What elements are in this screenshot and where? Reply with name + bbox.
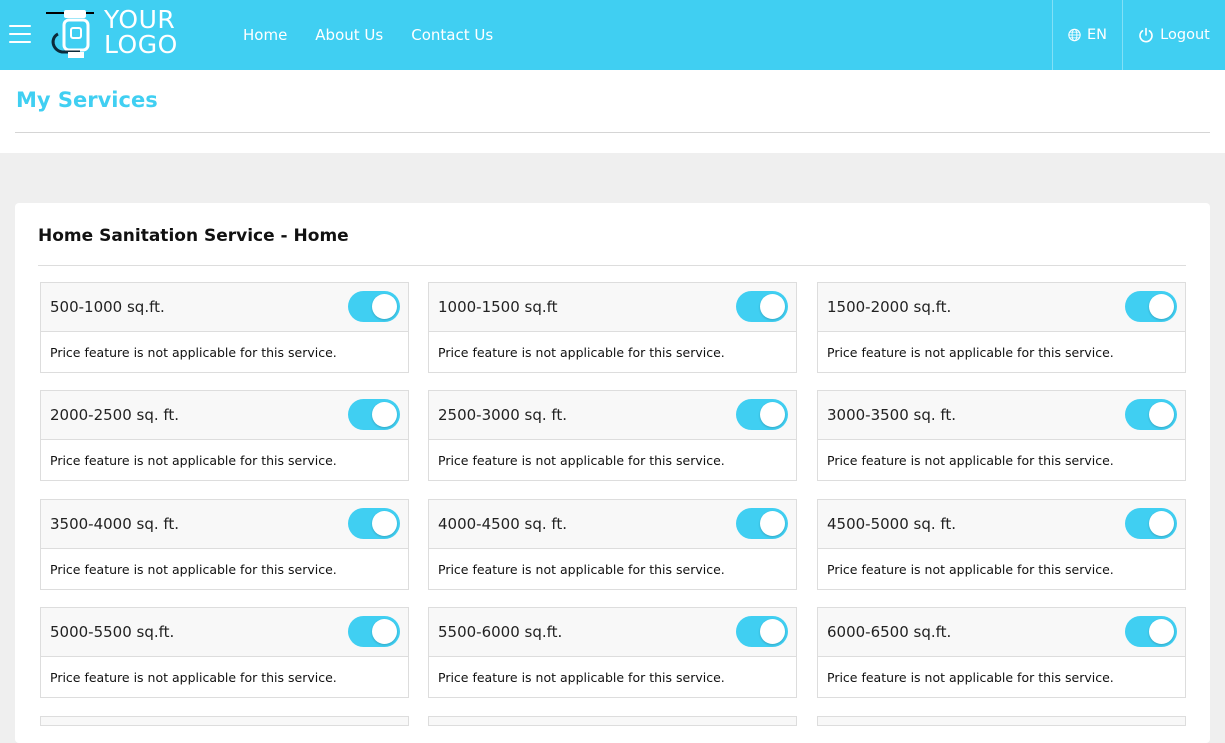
service-name: 1000-1500 sq.ft bbox=[438, 298, 558, 316]
service-card-partial bbox=[817, 716, 1186, 726]
service-note: Price feature is not applicable for this… bbox=[50, 670, 337, 685]
service-card-header: 1500-2000 sq.ft. bbox=[818, 283, 1185, 332]
toggle-knob bbox=[372, 511, 397, 536]
service-toggle[interactable] bbox=[1125, 291, 1177, 322]
service-toggle[interactable] bbox=[736, 291, 788, 322]
hamburger-menu-icon[interactable] bbox=[9, 25, 31, 43]
toggle-knob bbox=[1149, 619, 1174, 644]
service-name: 2000-2500 sq. ft. bbox=[50, 406, 180, 424]
service-toggle[interactable] bbox=[348, 399, 400, 430]
service-note: Price feature is not applicable for this… bbox=[827, 345, 1114, 360]
toggle-knob bbox=[372, 294, 397, 319]
service-note: Price feature is not applicable for this… bbox=[827, 562, 1114, 577]
service-card: 2000-2500 sq. ft. Price feature is not a… bbox=[40, 390, 409, 481]
service-card-header: 500-1000 sq.ft. bbox=[41, 283, 408, 332]
service-name: 5000-5500 sq.ft. bbox=[50, 623, 175, 641]
logout-button[interactable]: Logout bbox=[1122, 0, 1225, 70]
service-card-header: 5500-6000 sq.ft. bbox=[429, 608, 796, 657]
service-toggle[interactable] bbox=[348, 291, 400, 322]
service-note: Price feature is not applicable for this… bbox=[50, 453, 337, 468]
toggle-knob bbox=[760, 619, 785, 644]
language-button[interactable]: EN bbox=[1052, 0, 1122, 70]
service-name: 5500-6000 sq.ft. bbox=[438, 623, 563, 641]
service-name: 4000-4500 sq. ft. bbox=[438, 515, 568, 533]
service-note: Price feature is not applicable for this… bbox=[50, 345, 337, 360]
service-name: 3500-4000 sq. ft. bbox=[50, 515, 180, 533]
service-card-header: 4000-4500 sq. ft. bbox=[429, 500, 796, 549]
service-card: 3500-4000 sq. ft. Price feature is not a… bbox=[40, 499, 409, 590]
nav-contact-link[interactable]: Contact Us bbox=[411, 26, 493, 44]
service-toggle[interactable] bbox=[736, 616, 788, 647]
page-title: My Services bbox=[16, 88, 158, 112]
service-toggle[interactable] bbox=[1125, 399, 1177, 430]
service-card: 500-1000 sq.ft. Price feature is not app… bbox=[40, 282, 409, 373]
service-name: 500-1000 sq.ft. bbox=[50, 298, 165, 316]
title-band: My Services bbox=[0, 70, 1225, 153]
service-note: Price feature is not applicable for this… bbox=[50, 562, 337, 577]
service-toggle[interactable] bbox=[348, 508, 400, 539]
service-name: 2500-3000 sq. ft. bbox=[438, 406, 568, 424]
service-toggle[interactable] bbox=[736, 399, 788, 430]
service-note: Price feature is not applicable for this… bbox=[827, 453, 1114, 468]
service-card: 4000-4500 sq. ft. Price feature is not a… bbox=[428, 499, 797, 590]
service-note: Price feature is not applicable for this… bbox=[438, 453, 725, 468]
service-card: 5000-5500 sq.ft. Price feature is not ap… bbox=[40, 607, 409, 698]
section-title: Home Sanitation Service - Home bbox=[38, 226, 349, 246]
service-card-partial bbox=[40, 716, 409, 726]
service-toggle[interactable] bbox=[1125, 616, 1177, 647]
service-card: 4500-5000 sq. ft. Price feature is not a… bbox=[817, 499, 1186, 590]
power-icon bbox=[1139, 27, 1153, 43]
service-card: 1000-1500 sq.ft Price feature is not app… bbox=[428, 282, 797, 373]
service-card-header: 4500-5000 sq. ft. bbox=[818, 500, 1185, 549]
service-note: Price feature is not applicable for this… bbox=[438, 562, 725, 577]
service-card-header: 5000-5500 sq.ft. bbox=[41, 608, 408, 657]
toggle-knob bbox=[372, 619, 397, 644]
service-toggle[interactable] bbox=[736, 508, 788, 539]
service-card-header: 3500-4000 sq. ft. bbox=[41, 500, 408, 549]
divider bbox=[38, 265, 1186, 266]
logo[interactable]: YOUR LOGO bbox=[44, 7, 189, 60]
service-name: 4500-5000 sq. ft. bbox=[827, 515, 957, 533]
service-card: 5500-6000 sq.ft. Price feature is not ap… bbox=[428, 607, 797, 698]
service-card: 3000-3500 sq. ft. Price feature is not a… bbox=[817, 390, 1186, 481]
service-name: 3000-3500 sq. ft. bbox=[827, 406, 957, 424]
service-name: 1500-2000 sq.ft. bbox=[827, 298, 952, 316]
service-note: Price feature is not applicable for this… bbox=[827, 670, 1114, 685]
toggle-knob bbox=[1149, 402, 1174, 427]
toggle-knob bbox=[1149, 511, 1174, 536]
service-card-header: 1000-1500 sq.ft bbox=[429, 283, 796, 332]
divider bbox=[15, 132, 1210, 133]
nav-links: Home About Us Contact Us bbox=[243, 0, 493, 70]
logo-text-line2: LOGO bbox=[104, 30, 178, 59]
globe-icon bbox=[1068, 28, 1081, 42]
toggle-knob bbox=[760, 511, 785, 536]
service-name: 6000-6500 sq.ft. bbox=[827, 623, 952, 641]
logout-label: Logout bbox=[1160, 27, 1210, 43]
service-card-partial bbox=[428, 716, 797, 726]
service-card-header: 3000-3500 sq. ft. bbox=[818, 391, 1185, 440]
toggle-knob bbox=[760, 294, 785, 319]
toggle-knob bbox=[372, 402, 397, 427]
nav-home-link[interactable]: Home bbox=[243, 26, 287, 44]
service-card: 1500-2000 sq.ft. Price feature is not ap… bbox=[817, 282, 1186, 373]
service-toggle[interactable] bbox=[1125, 508, 1177, 539]
service-note: Price feature is not applicable for this… bbox=[438, 670, 725, 685]
service-card: 2500-3000 sq. ft. Price feature is not a… bbox=[428, 390, 797, 481]
service-card-header: 2000-2500 sq. ft. bbox=[41, 391, 408, 440]
nav-right: EN Logout bbox=[1052, 0, 1225, 70]
services-card: Home Sanitation Service - Home 500-1000 … bbox=[15, 203, 1210, 743]
service-card: 6000-6500 sq.ft. Price feature is not ap… bbox=[817, 607, 1186, 698]
service-toggle[interactable] bbox=[348, 616, 400, 647]
service-card-header: 2500-3000 sq. ft. bbox=[429, 391, 796, 440]
nav-about-link[interactable]: About Us bbox=[315, 26, 383, 44]
logo-mark-icon bbox=[46, 10, 94, 58]
service-card-header: 6000-6500 sq.ft. bbox=[818, 608, 1185, 657]
service-note: Price feature is not applicable for this… bbox=[438, 345, 725, 360]
language-label: EN bbox=[1086, 27, 1107, 43]
toggle-knob bbox=[1149, 294, 1174, 319]
top-navbar: YOUR LOGO Home About Us Contact Us EN Lo… bbox=[0, 0, 1225, 70]
toggle-knob bbox=[760, 402, 785, 427]
logo-text: YOUR LOGO bbox=[104, 7, 178, 59]
